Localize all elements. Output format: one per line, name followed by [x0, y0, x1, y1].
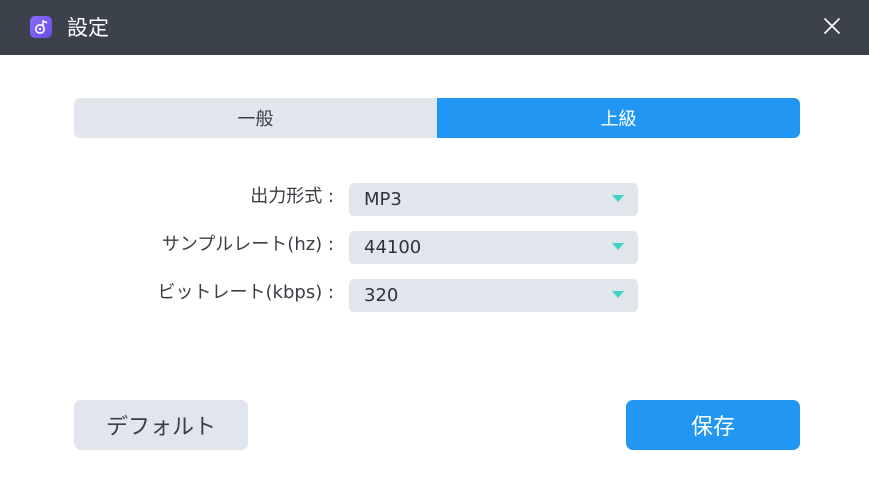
chevron-down-icon — [612, 291, 624, 298]
settings-tabs: 一般 上級 — [74, 98, 800, 138]
close-button[interactable] — [818, 12, 846, 40]
default-button[interactable]: デフォルト — [74, 400, 248, 450]
tab-advanced[interactable]: 上級 — [437, 98, 800, 138]
settings-dialog: 設定 一般 上級 出力形式 : MP3 サンプルレート(hz) : 44100 … — [0, 0, 869, 478]
dialog-title: 設定 — [67, 16, 109, 40]
tab-general[interactable]: 一般 — [74, 98, 437, 138]
music-disc-icon — [30, 16, 52, 38]
sample-rate-value: 44100 — [364, 237, 422, 258]
close-icon — [824, 18, 840, 34]
output-format-value: MP3 — [364, 189, 402, 210]
chevron-down-icon — [612, 243, 624, 250]
chevron-down-icon — [612, 195, 624, 202]
bitrate-select[interactable]: 320 — [349, 279, 638, 312]
sample-rate-label: サンプルレート(hz) : — [161, 234, 334, 255]
bitrate-value: 320 — [364, 285, 399, 306]
sample-rate-select[interactable]: 44100 — [349, 231, 638, 264]
output-format-label: 出力形式 : — [250, 186, 334, 207]
output-format-select[interactable]: MP3 — [349, 183, 638, 216]
bitrate-label: ビットレート(kbps) : — [157, 282, 334, 303]
title-bar[interactable]: 設定 — [0, 0, 869, 55]
save-button[interactable]: 保存 — [626, 400, 800, 450]
